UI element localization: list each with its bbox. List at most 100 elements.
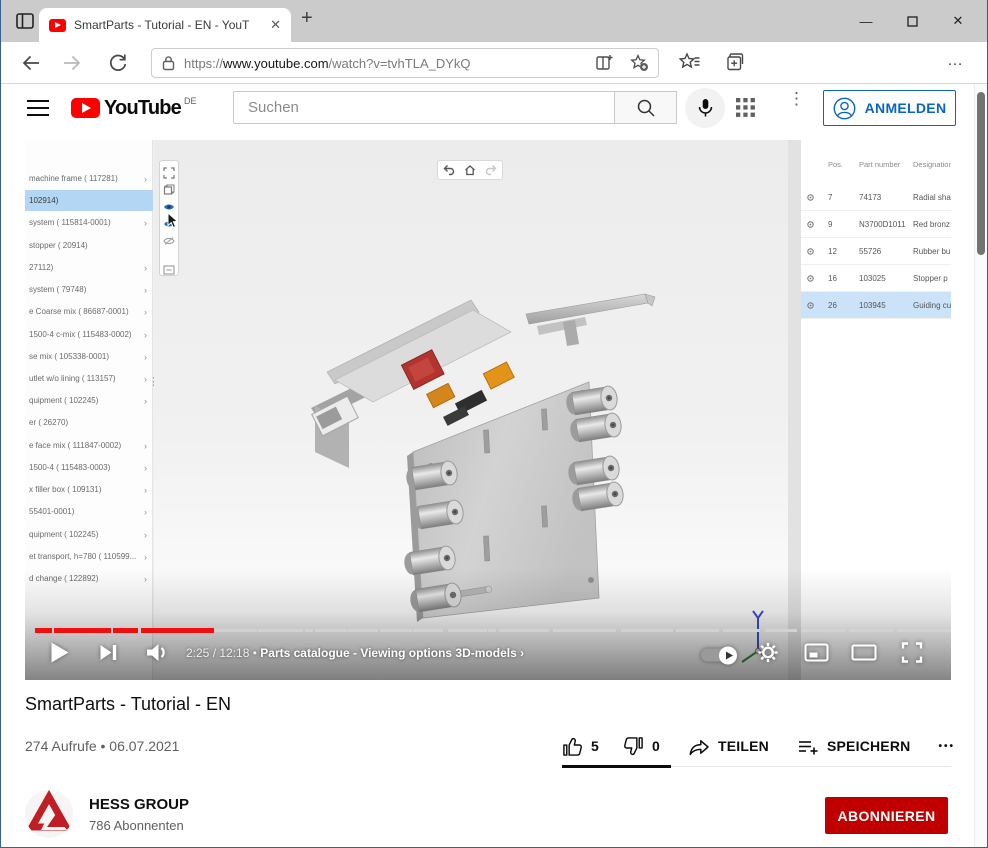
signin-button[interactable]: ANMELDEN [823, 90, 956, 126]
undo-icon [442, 164, 455, 176]
parts-table-panel: Pos. Part number Designation 7 74173 Rad… [801, 140, 951, 680]
subscribe-button[interactable]: ABONNIEREN [825, 797, 948, 834]
menu-icon[interactable] [27, 100, 49, 116]
channel-avatar[interactable] [25, 790, 73, 838]
video-meta: 274 Aufrufe • 06.07.2021 [25, 738, 179, 754]
chevron-right-icon: › [141, 396, 147, 406]
tree-item: quipment ( 102245)› [25, 390, 153, 411]
settings-button[interactable] [757, 642, 779, 669]
hide-eye-icon [163, 235, 175, 247]
table-row-selected: 26 103945 Guiding cu [801, 292, 951, 319]
tab-actions-icon[interactable] [14, 10, 36, 32]
video-player[interactable]: machine frame ( 117281)› 102914) system … [25, 140, 951, 680]
chevron-right-icon: › [141, 307, 147, 317]
address-bar[interactable]: https://www.youtube.com/watch?v=tvhTLA_D… [151, 48, 659, 78]
search-input[interactable] [233, 91, 614, 124]
share-button[interactable]: TEILEN [688, 736, 769, 757]
minimize-icon[interactable]: — [843, 6, 889, 36]
scrollbar-thumb[interactable] [977, 92, 985, 255]
tree-item: se mix ( 105338-0001)› [25, 346, 153, 367]
tree-item: et transport, h=780 ( 110599...› [25, 546, 153, 567]
youtube-favicon-icon [49, 19, 66, 32]
collections-icon[interactable] [725, 52, 747, 74]
browser-window: SmartParts - Tutorial - EN - YouT ✕ + — … [0, 0, 988, 848]
youtube-logo[interactable]: YouTube DE [71, 96, 197, 120]
save-label: SPEICHERN [827, 738, 910, 754]
account-icon [833, 97, 856, 120]
tree-item: x filler box ( 109131)› [25, 479, 153, 500]
progress-bar[interactable] [25, 628, 951, 633]
thumbs-up-icon [562, 736, 583, 757]
country-badge: DE [184, 96, 197, 106]
volume-button[interactable] [145, 643, 169, 668]
maximize-icon[interactable] [889, 6, 935, 36]
tree-item: quipment ( 102245)› [25, 524, 153, 545]
gear-icon [806, 220, 815, 229]
titlebar: SmartParts - Tutorial - EN - YouT ✕ + — … [1, 0, 987, 42]
more-options-icon[interactable]: ⋮ [788, 95, 798, 103]
hess-logo-icon [25, 790, 73, 838]
dislike-count: 0 [652, 738, 660, 754]
fullscreen-button[interactable] [901, 642, 923, 669]
play-button[interactable] [49, 641, 70, 670]
more-actions-icon[interactable]: ••• [938, 741, 955, 752]
chevron-right-icon: › [141, 530, 147, 540]
voice-search-button[interactable] [685, 88, 725, 128]
favorites-icon[interactable] [679, 52, 701, 74]
tree-item: e Coarse mix ( 86687-0001)› [25, 301, 153, 322]
tree-item: machine frame ( 117281)› [25, 168, 153, 189]
dislike-button[interactable]: 0 [623, 736, 660, 757]
autoplay-knob [719, 646, 737, 664]
url-text[interactable]: https://www.youtube.com/watch?v=tvhTLA_D… [184, 56, 580, 71]
channel-name[interactable]: HESS GROUP [89, 796, 189, 813]
like-count: 5 [591, 738, 599, 754]
next-button[interactable] [99, 643, 118, 668]
chevron-right-icon: › [141, 552, 147, 562]
close-window-icon[interactable]: ✕ [935, 6, 981, 36]
chevron-right-icon: › [141, 574, 147, 584]
add-favorite-icon[interactable] [630, 54, 648, 72]
current-time: 2:25 / 12:18 [186, 646, 249, 660]
lock-icon [162, 55, 175, 71]
youtube-apps-icon[interactable] [735, 97, 757, 119]
gear-icon [806, 274, 815, 283]
new-tab-icon[interactable]: + [301, 7, 313, 30]
save-button[interactable]: SPEICHERN [797, 736, 910, 757]
tree-item: 27112)› [25, 257, 153, 278]
collapse-panel-icon [163, 264, 175, 276]
theater-mode-button[interactable] [851, 644, 877, 666]
back-icon[interactable] [20, 52, 42, 74]
browser-tab[interactable]: SmartParts - Tutorial - EN - YouT ✕ [39, 8, 291, 42]
gear-icon [806, 301, 815, 310]
split-screen-icon[interactable] [596, 54, 614, 72]
tree-item: er ( 26270) [25, 412, 153, 433]
autoplay-toggle[interactable] [701, 649, 735, 662]
table-row: 12 55726 Rubber bu [801, 238, 951, 265]
like-button[interactable]: 5 [562, 736, 599, 757]
table-row: 7 74173 Radial sha [801, 184, 951, 211]
browser-menu-icon[interactable]: … [947, 52, 969, 74]
chevron-right-icon: › [141, 285, 147, 295]
tree-item: utlet w/o lining ( 113157)› [25, 368, 153, 389]
col-header-pos: Pos. [828, 160, 843, 178]
chapter-title[interactable]: Parts catalogue - Viewing options 3D-mod… [260, 646, 517, 660]
youtube-wordmark: YouTube [104, 97, 181, 120]
chevron-right-icon: › [141, 463, 147, 473]
search-button[interactable] [614, 91, 677, 124]
video-title: SmartParts - Tutorial - EN [25, 694, 231, 715]
microphone-icon [697, 98, 714, 118]
tab-close-icon[interactable]: ✕ [270, 17, 281, 33]
window-controls: — ✕ [843, 0, 981, 42]
redo-icon [485, 164, 498, 176]
miniplayer-button[interactable] [804, 643, 829, 667]
channel-subscribers: 786 Abonnenten [89, 818, 184, 833]
chapter-chevron-icon[interactable]: › [520, 646, 524, 660]
refresh-icon[interactable] [107, 52, 129, 74]
3d-viewer [154, 140, 812, 680]
tree-item: 1500-4 c-mix ( 115483-0002)› [25, 324, 153, 345]
forward-icon[interactable] [61, 52, 83, 74]
gear-icon [806, 193, 815, 202]
player-controls: 2:25 / 12:18 • Parts catalogue - Viewing… [25, 636, 951, 674]
page-scrollbar[interactable] [974, 84, 987, 848]
share-label: TEILEN [718, 738, 769, 754]
